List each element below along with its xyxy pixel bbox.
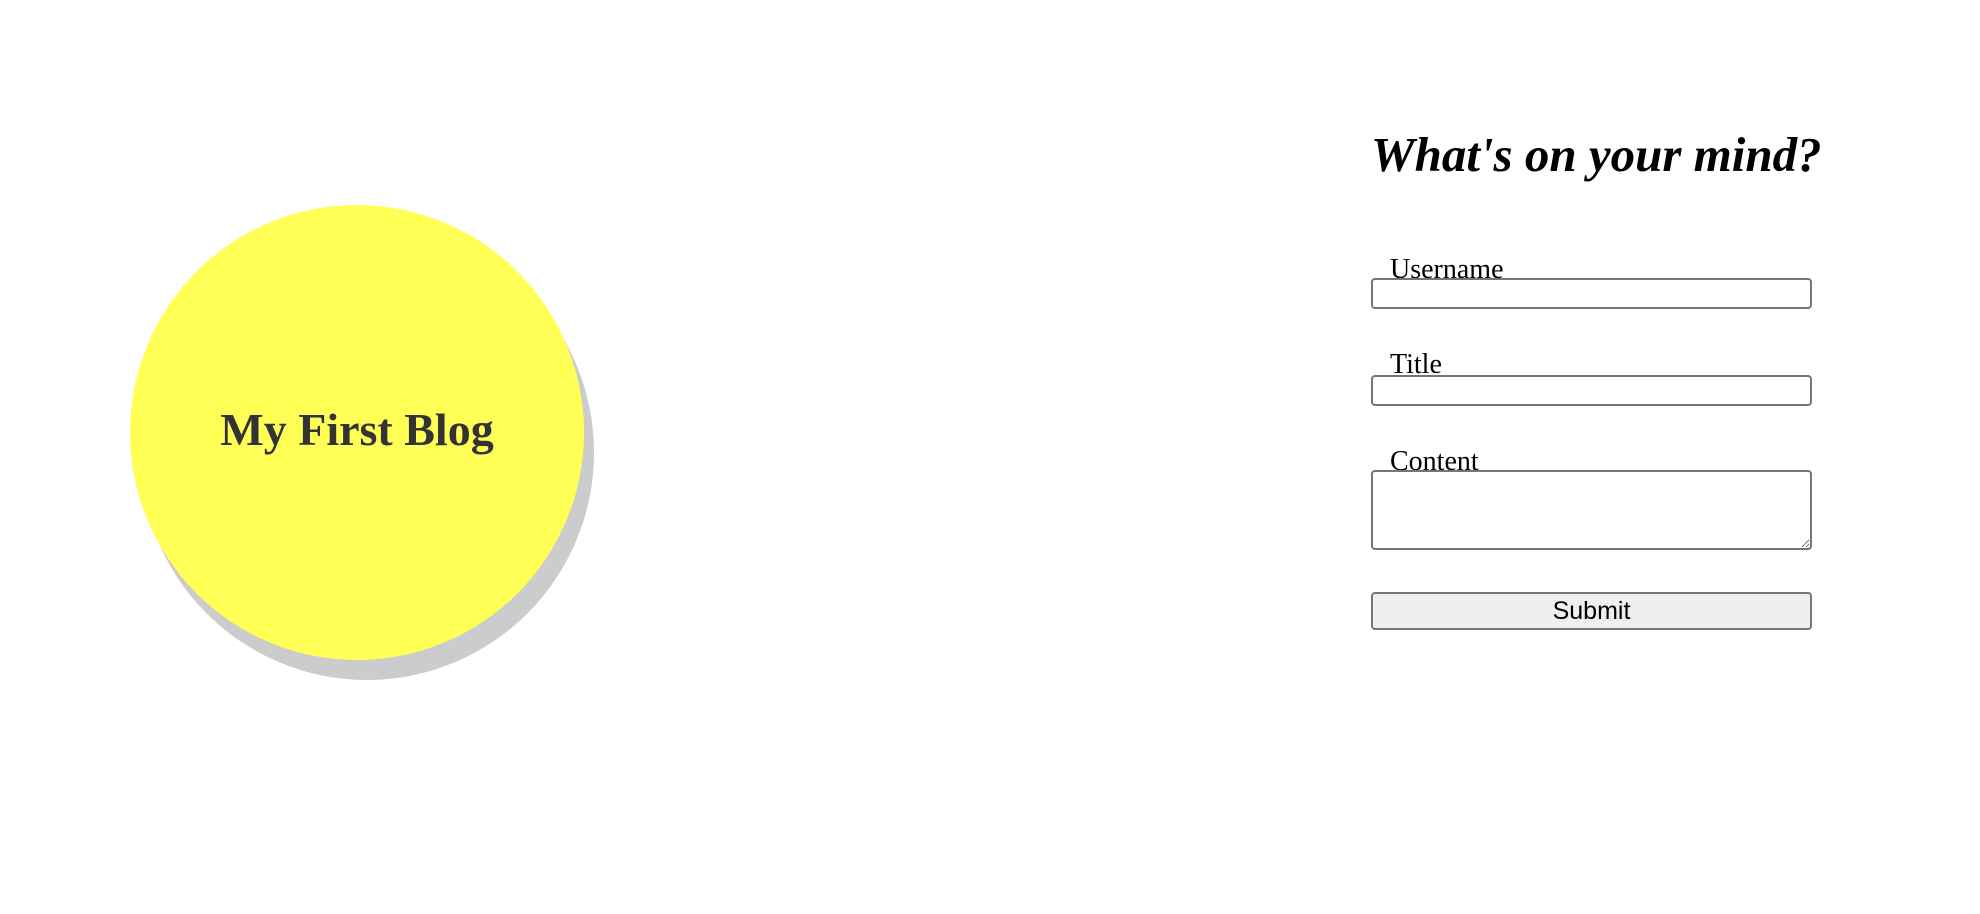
form-heading: What's on your mind?	[1371, 127, 1822, 182]
submit-button[interactable]: Submit	[1371, 592, 1812, 630]
blog-title: My First Blog	[220, 404, 494, 455]
blog-logo-circle: My First Blog	[130, 205, 584, 660]
content-textarea[interactable]	[1371, 470, 1812, 550]
title-input[interactable]	[1371, 375, 1812, 406]
username-input[interactable]	[1371, 278, 1812, 309]
